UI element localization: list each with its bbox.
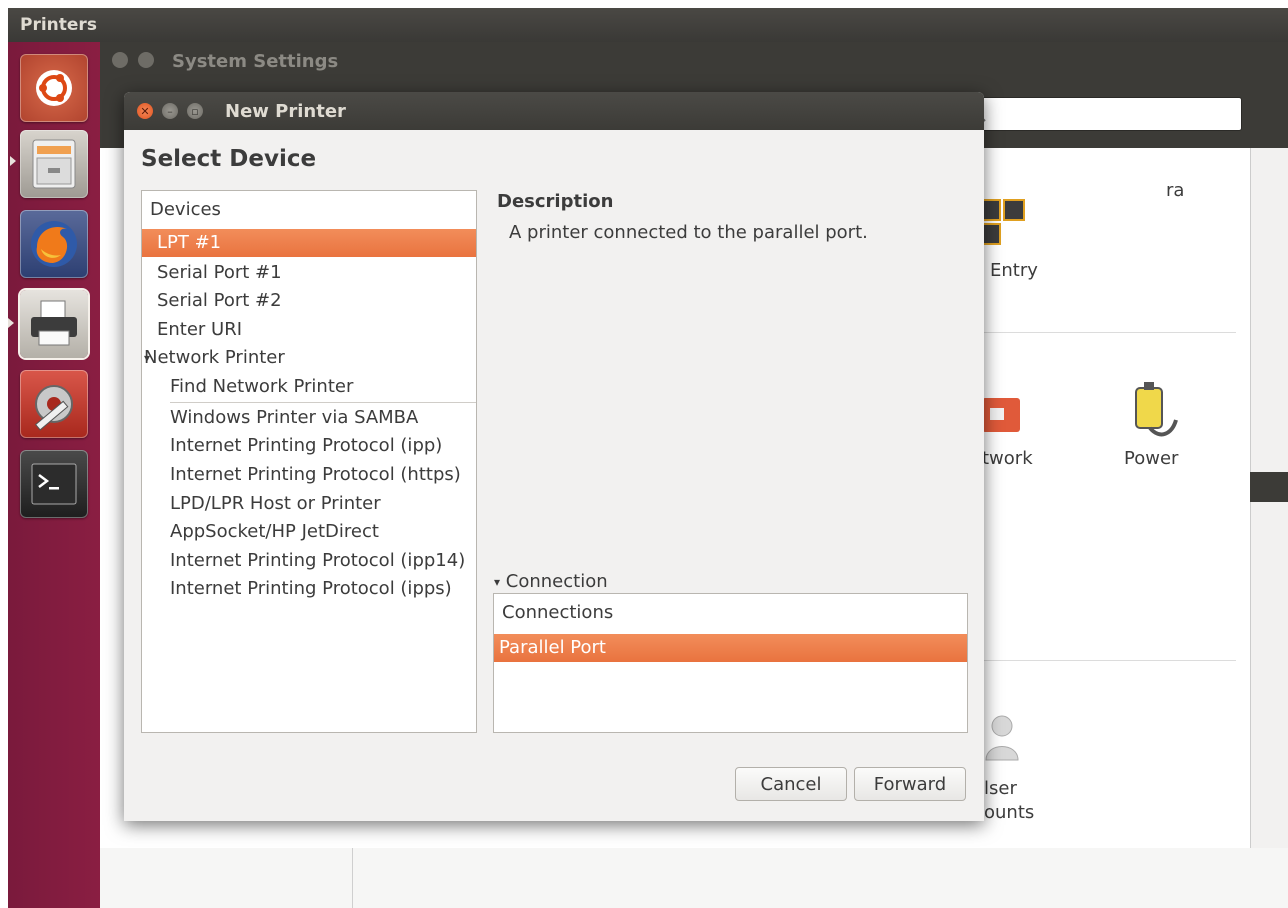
connection-row[interactable]: Parallel Port	[494, 634, 967, 662]
user-accounts-icon	[985, 715, 1019, 761]
device-label: Internet Printing Protocol (ipp14)	[170, 550, 466, 571]
device-list-item[interactable]: Internet Printing Protocol (ipps)	[142, 575, 476, 603]
text-entry-label: Entry	[990, 260, 1038, 281]
device-label: Serial Port #1	[157, 262, 282, 283]
maximize-icon: ▫	[191, 104, 199, 118]
terminal-button[interactable]	[20, 450, 88, 518]
close-icon: ✕	[140, 104, 150, 118]
system-settings-icon	[34, 385, 73, 431]
file-manager-icon	[32, 139, 76, 189]
device-list-item[interactable]: AppSocket/HP JetDirect	[142, 518, 476, 546]
settings-close-button[interactable]	[112, 52, 128, 68]
ubuntu-dash-icon	[36, 70, 72, 106]
minimize-icon: –	[167, 104, 173, 118]
devices-list[interactable]: Devices LPT #1 Serial Port #1 Serial Port …	[141, 190, 477, 733]
accounts-label: ounts	[984, 802, 1035, 823]
firefox-button[interactable]	[20, 210, 88, 278]
background-panel-strip	[1250, 472, 1288, 502]
device-list-item[interactable]: Serial Port #1	[142, 259, 476, 287]
dialog-maximize-button[interactable]: ▫	[187, 103, 203, 119]
divider	[352, 848, 353, 908]
connection-expander-label: Connection	[505, 571, 608, 592]
dialog-titlebar: ✕ – ▫ New Printer	[124, 92, 984, 130]
device-list-item[interactable]: ▾ Network Printer	[142, 344, 476, 372]
file-manager-button[interactable]	[20, 130, 88, 198]
device-label: AppSocket/HP JetDirect	[170, 521, 379, 542]
power-icon	[1135, 382, 1178, 437]
new-printer-dialog: ✕ – ▫ New Printer Select Device Devices …	[124, 92, 984, 821]
devices-column-header: Devices	[150, 199, 221, 220]
device-label: Find Network Printer	[170, 376, 354, 397]
dialog-close-button[interactable]: ✕	[137, 103, 153, 119]
ubuntu-dash-button[interactable]	[20, 54, 88, 122]
keyboard-entry-icon	[979, 199, 1025, 245]
cancel-button[interactable]: Cancel	[735, 767, 847, 801]
device-label: Serial Port #2	[157, 290, 282, 311]
device-list-item[interactable]: Internet Printing Protocol (ipp)	[142, 432, 476, 460]
divider	[980, 660, 1236, 661]
running-indicator	[8, 318, 14, 328]
divider	[170, 402, 476, 403]
device-list-item[interactable]: Windows Printer via SAMBA	[142, 404, 476, 432]
power-label: Power	[1124, 448, 1179, 469]
device-list-item[interactable]: Serial Port #2	[142, 287, 476, 315]
settings-search-input[interactable]	[960, 97, 1242, 131]
device-list-item[interactable]: Find Network Printer	[142, 373, 476, 401]
partial-label: ra	[1166, 180, 1185, 201]
firefox-icon	[31, 221, 77, 267]
expander-arrow-icon: ▾	[494, 575, 501, 589]
forward-button[interactable]: Forward	[854, 767, 966, 801]
connection-expander[interactable]: ▾ Connection	[494, 571, 608, 592]
device-list-item[interactable]: Internet Printing Protocol (ipp14)	[142, 547, 476, 575]
device-label: Internet Printing Protocol (ipp)	[170, 435, 443, 456]
device-label: Network Printer	[144, 347, 285, 368]
device-label: LPD/LPR Host or Printer	[170, 493, 381, 514]
connections-column-header: Connections	[502, 602, 614, 623]
app-title: Printers	[20, 15, 97, 35]
page-title: Select Device	[141, 146, 317, 172]
device-list-item[interactable]: LPD/LPR Host or Printer	[142, 490, 476, 518]
device-label: Enter URI	[157, 319, 243, 340]
connections-list[interactable]: Connections Parallel Port	[493, 593, 968, 733]
device-list-item[interactable]: Enter URI	[142, 316, 476, 344]
device-list-item[interactable]: Internet Printing Protocol (https)	[142, 461, 476, 489]
device-label: Windows Printer via SAMBA	[170, 407, 419, 428]
settings-title: System Settings	[172, 51, 339, 72]
device-list-item[interactable]: LPT #1	[142, 229, 476, 257]
top-panel: Printers	[8, 8, 1288, 42]
system-settings-button[interactable]	[20, 370, 88, 438]
device-label: LPT #1	[157, 232, 222, 253]
description-text: A printer connected to the parallel port…	[509, 222, 868, 243]
device-label: Internet Printing Protocol (ipps)	[170, 578, 452, 599]
divider	[980, 332, 1236, 333]
terminal-icon	[31, 463, 77, 505]
network-label: twork	[982, 448, 1033, 469]
printer-icon	[31, 300, 77, 346]
connection-row-label: Parallel Port	[499, 637, 606, 658]
user-label: lser	[984, 778, 1017, 799]
settings-minimize-button[interactable]	[138, 52, 154, 68]
background-window	[100, 848, 1288, 908]
device-label: Internet Printing Protocol (https)	[170, 464, 461, 485]
dialog-minimize-button[interactable]: –	[162, 103, 178, 119]
dialog-title: New Printer	[225, 101, 346, 122]
printer-button[interactable]	[20, 290, 88, 358]
running-indicator	[10, 156, 16, 166]
description-label: Description	[497, 191, 614, 212]
network-icon	[982, 398, 1020, 432]
launcher	[8, 42, 101, 908]
